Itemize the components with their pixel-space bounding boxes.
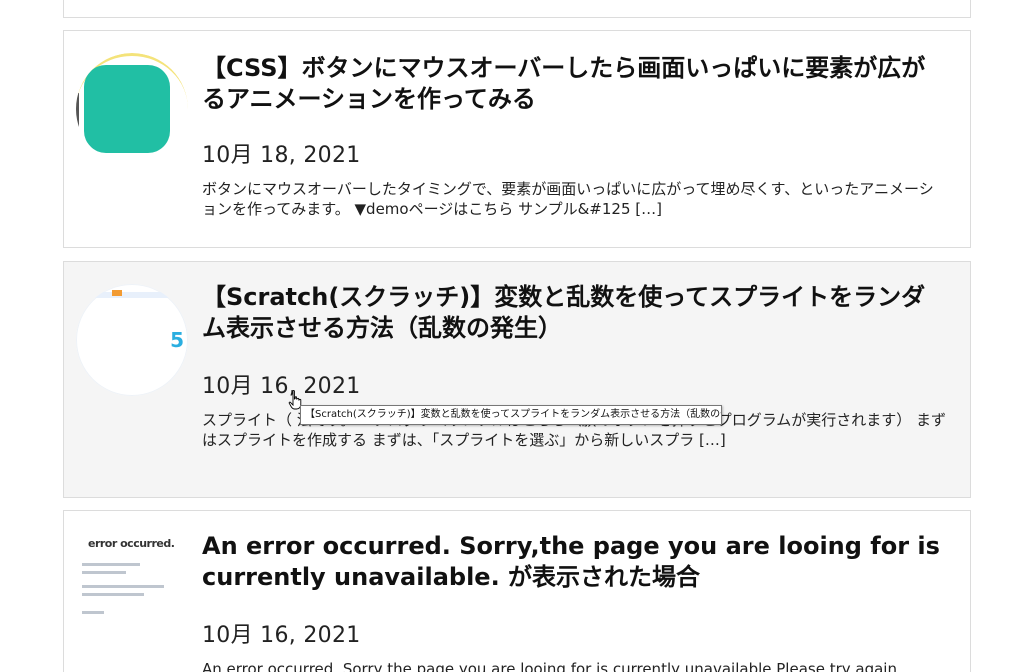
thumbnail-orange-mark (112, 290, 122, 296)
post-date: 10月 18, 2021 (202, 143, 361, 168)
thumbnail-edge (76, 93, 79, 129)
post-card[interactable]: 【CSS】ボタンにマウスオーバーしたら画面いっぱいに要素が広がるアニメーションを… (63, 30, 971, 248)
title-tooltip: 【Scratch(スクラッチ)】変数と乱数を使ってスプライトをランダム表示させる… (300, 405, 722, 425)
post-title-link[interactable]: An error occurred. Sorry,the page you ar… (202, 531, 948, 593)
post-card[interactable]: 5 【Scratch(スクラッチ)】変数と乱数を使ってスプライトをランダム表示さ… (63, 261, 971, 498)
post-title-link[interactable]: 【Scratch(スクラッチ)】変数と乱数を使ってスプライトをランダム表示させる… (202, 282, 948, 344)
blog-post-list: 【CSS】ボタンにマウスオーバーしたら画面いっぱいに要素が広がるアニメーションを… (0, 0, 1024, 672)
post-date: 10月 16, 2021 (202, 623, 361, 648)
post-title-link[interactable]: 【CSS】ボタンにマウスオーバーしたら画面いっぱいに要素が広がるアニメーションを… (202, 53, 948, 115)
post-date: 10月 16, 2021 (202, 374, 361, 399)
post-card[interactable]: error occurred. An error occurred. Sorry… (63, 510, 971, 672)
thumbnail-text-line (82, 563, 140, 566)
thumbnail-heading: error occurred. (88, 537, 175, 550)
thumbnail-text-line (82, 611, 104, 614)
thumbnail-text-line (82, 593, 144, 596)
thumbnail-text-line (82, 585, 164, 588)
post-thumbnail[interactable] (76, 53, 188, 165)
post-excerpt: An error occurred. Sorry,the page you ar… (202, 660, 897, 672)
post-excerpt: ボタンにマウスオーバーしたタイミングで、要素が画面いっぱいに広がって埋め尽くす、… (202, 180, 934, 218)
thumbnail-toolbar (76, 292, 188, 298)
thumbnail-text-line (82, 571, 126, 574)
post-thumbnail[interactable]: error occurred. (76, 533, 188, 645)
post-card-partial (63, 0, 971, 18)
post-thumbnail[interactable]: 5 (76, 284, 188, 396)
teal-square-icon (84, 65, 170, 153)
thumbnail-badge: 5 (170, 328, 184, 352)
